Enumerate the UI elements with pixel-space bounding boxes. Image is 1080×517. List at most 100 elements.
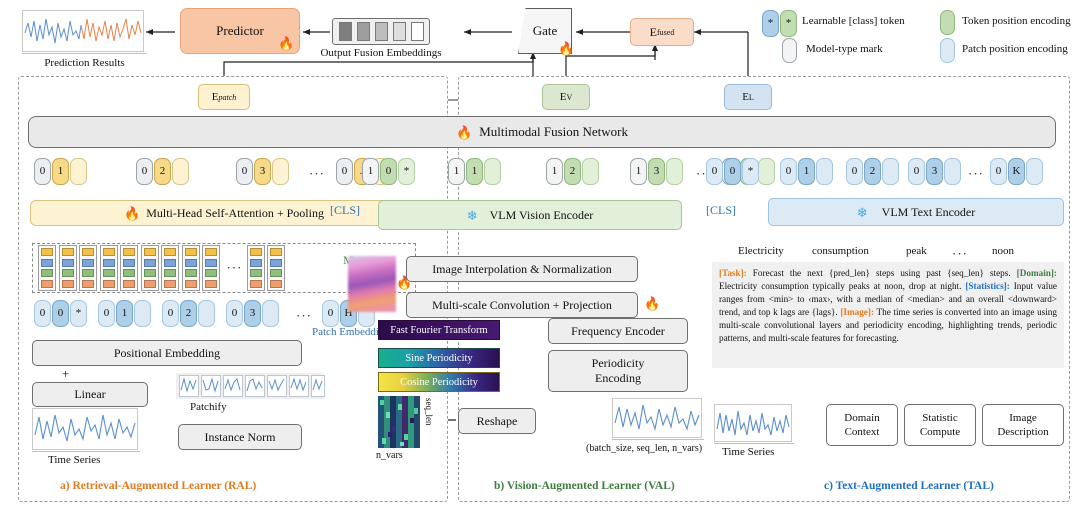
ral-patch-group-3: 0 3: [226, 300, 280, 327]
fire-icon-gate: 🔥: [558, 41, 575, 56]
memory-column: [140, 245, 159, 291]
patch-box: [311, 375, 325, 397]
domain-context-line1: Domain: [844, 411, 880, 424]
multimodal-fusion-network: 🔥 Multimodal Fusion Network: [28, 116, 1056, 148]
ral-patch-group-0: 0 0 *: [34, 300, 88, 327]
memory-ellipsis: ···: [226, 260, 243, 275]
tal-tokens-ellipsis: ···: [968, 166, 984, 181]
ral-patch-c: [134, 300, 151, 327]
tal-token-a: 0: [908, 158, 925, 185]
ral-patch-b: 0: [52, 300, 69, 327]
ral-patch-c: [198, 300, 215, 327]
legend-model-type-pill: [782, 38, 797, 63]
memory-column: [267, 245, 285, 291]
frequency-encoder-label: Frequency Encoder: [571, 323, 665, 338]
ral-patch-b: 1: [116, 300, 133, 327]
periodicity-encoding-block: Periodicity Encoding: [548, 350, 688, 392]
tal-token-group-1: 0 1: [780, 158, 834, 185]
instance-norm-block: Instance Norm: [178, 424, 302, 450]
ral-attention-label: Multi-Head Self-Attention + Pooling: [146, 205, 324, 220]
fire-icon-attention: 🔥: [124, 205, 141, 221]
ral-patch-ellipsis: ···: [296, 308, 312, 323]
frequency-encoder-block: Frequency Encoder: [548, 318, 688, 344]
tal-token-b: 3: [926, 158, 943, 185]
ral-token-a: 0: [336, 158, 353, 185]
reshape-block: Reshape: [458, 408, 536, 434]
ral-token-group-2: 0 2: [136, 158, 190, 185]
val-token-a: 1: [546, 158, 563, 185]
snowflake-icon-vision: ❄: [466, 207, 478, 223]
ral-time-series-chart: [32, 408, 138, 450]
e-patch-sub: patch: [218, 92, 237, 102]
memory-column: [161, 245, 179, 291]
val-token-star: *: [398, 158, 415, 185]
prompt-domain-key: [Domain]:: [1016, 268, 1057, 278]
multiscale-conv-block: Multi-scale Convolution + Projection: [406, 292, 638, 318]
ral-token-a: 0: [34, 158, 51, 185]
memory-column: [181, 245, 200, 291]
tal-word-1: consumption: [812, 245, 869, 257]
ral-token-c: [272, 158, 289, 185]
tal-ts-axis: [714, 443, 794, 444]
tal-token-c: [882, 158, 899, 185]
e-v-label: E: [559, 91, 567, 103]
legend: * * Learnable [class] token Token positi…: [762, 8, 1072, 64]
prediction-sparkline: [24, 18, 142, 44]
periodicity-line1: Periodicity: [591, 356, 645, 370]
memory-column: [79, 245, 97, 291]
val-token-b: 0: [380, 158, 397, 185]
tal-words-ellipsis: ···: [952, 246, 968, 261]
ral-time-series-label: Time Series: [48, 454, 101, 466]
val-generated-image: [348, 256, 396, 312]
ral-patch-group-1: 0 1: [98, 300, 152, 327]
val-token-b: 2: [564, 158, 581, 185]
image-description-line2: Description: [997, 426, 1049, 438]
ral-tokens-ellipsis: ···: [309, 166, 325, 181]
tal-word-2: peak: [906, 245, 927, 257]
e-l-box: EL: [724, 84, 772, 110]
periodicity-line2: Encoding: [595, 371, 641, 385]
val-time-series-chart: [612, 398, 702, 438]
ral-patch-a: 0: [226, 300, 243, 327]
ral-patch-group-2: 0 2: [162, 300, 216, 327]
val-token-c: [666, 158, 683, 185]
reshape-label: Reshape: [476, 413, 518, 428]
fusion-embedding-cell: [338, 22, 352, 41]
tal-token-star: *: [742, 158, 759, 185]
tal-token-c: [816, 158, 833, 185]
ral-patch-star: *: [70, 300, 87, 327]
memory-column: [202, 245, 220, 291]
patch-box: [289, 375, 309, 397]
domain-context-block: Domain Context: [826, 404, 898, 446]
shape-tuple-label: (batch_size, seq_len, n_vars): [586, 443, 703, 454]
e-l-label: E: [742, 91, 749, 103]
val-ts-axis: [612, 439, 704, 440]
tal-caption: c) Text-Augmented Learner (TAL): [824, 480, 994, 492]
val-token-group-2: 1 2: [546, 158, 600, 185]
patch-box: [223, 375, 243, 397]
val-token-group-0: 1 0 *: [362, 158, 416, 185]
snowflake-icon-text: ❄: [856, 204, 868, 220]
linear-block: Linear: [32, 382, 148, 407]
val-token-group-3: 1 3: [630, 158, 684, 185]
image-description-block: Image Description: [982, 404, 1064, 446]
patch-box: [179, 375, 199, 397]
gate-label: Gate: [532, 23, 558, 38]
tal-time-series-label: Time Series: [722, 446, 775, 458]
fft-block: Fast Fourier Transform: [378, 320, 500, 340]
e-fused-box: Efused: [630, 18, 694, 46]
cosine-label: Cosine Periodicity: [400, 376, 478, 388]
statistic-compute-line2: Compute: [919, 426, 961, 438]
e-v-box: EV: [542, 84, 590, 110]
ral-patch-a: 0: [98, 300, 115, 327]
fire-icon-predictor: 🔥: [278, 36, 295, 51]
ral-token-b: 2: [154, 158, 171, 185]
ral-time-series-sparkline: [34, 414, 136, 442]
fusion-embedding-cell: [356, 22, 370, 41]
sine-label: Sine Periodicity: [405, 352, 473, 364]
prediction-axis: [22, 53, 146, 54]
ral-token-a: 0: [136, 158, 153, 185]
e-fused-label: E: [649, 24, 657, 39]
ral-patch-b: 2: [180, 300, 197, 327]
legend-learnable-pills: * *: [762, 10, 798, 37]
